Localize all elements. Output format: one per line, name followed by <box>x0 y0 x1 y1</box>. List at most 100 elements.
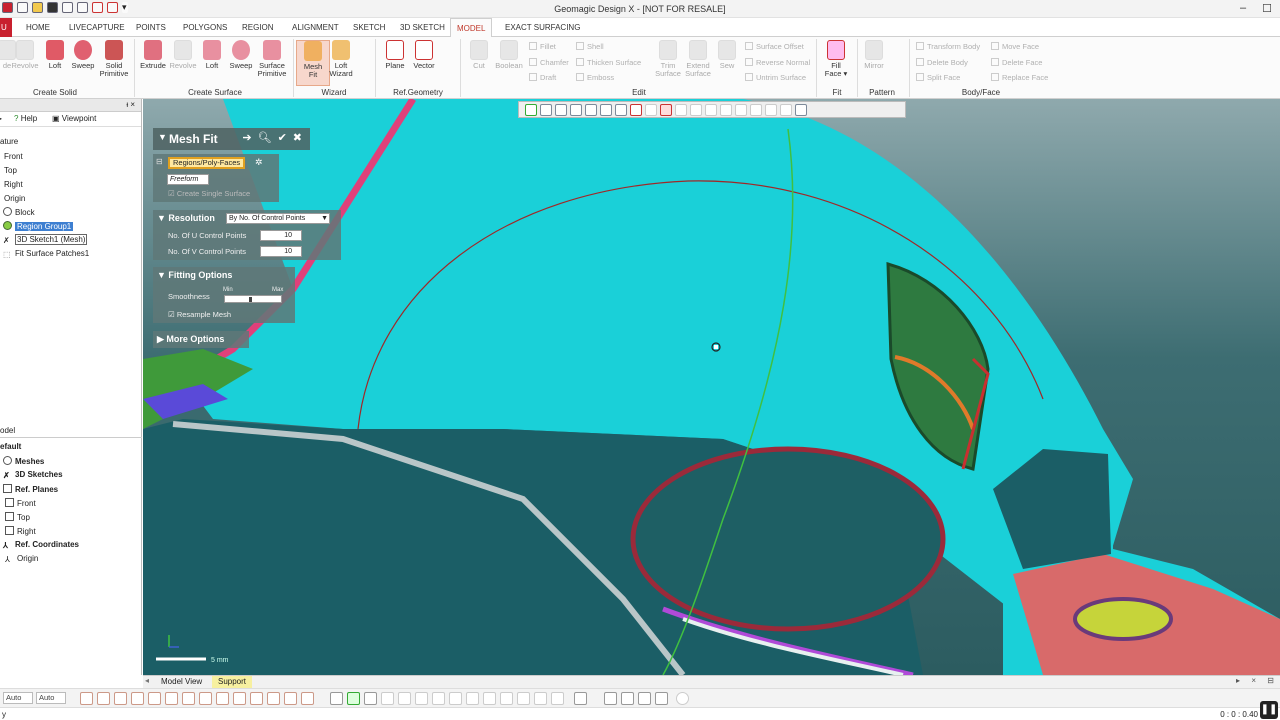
tab-model-view[interactable]: Model View <box>155 676 208 688</box>
sew-button[interactable]: Sew <box>710 40 744 70</box>
select-mode-icon[interactable] <box>660 104 672 116</box>
reverse-normal-button[interactable]: Reverse Normal <box>745 58 810 67</box>
cut-button[interactable]: Cut <box>462 40 496 70</box>
tab-polygons[interactable]: POLYGONS <box>177 18 233 37</box>
thicken-surface-button[interactable]: Thicken Surface <box>576 58 641 67</box>
select-polyline-icon[interactable] <box>690 104 702 116</box>
model-item-origin[interactable]: ⅄ Origin <box>5 554 38 564</box>
filter-point-icon[interactable] <box>250 692 263 705</box>
display-style-icon[interactable] <box>615 104 627 116</box>
tab-livecapture[interactable]: LIVECAPTURE <box>63 18 131 37</box>
tab-region[interactable]: REGION <box>236 18 280 37</box>
view-front-icon[interactable] <box>525 104 537 116</box>
select-freeform-icon[interactable] <box>398 692 411 705</box>
select-brush-icon[interactable] <box>720 104 732 116</box>
draft-button[interactable]: Draft <box>529 73 556 82</box>
measure-angle-icon[interactable] <box>621 692 634 705</box>
snap-settings-icon[interactable] <box>574 692 587 705</box>
measure-distance-icon[interactable] <box>604 692 617 705</box>
select-visible-icon[interactable] <box>500 692 513 705</box>
delete-face-button[interactable]: Delete Face <box>991 58 1042 67</box>
tab-sketch[interactable]: SKETCH <box>347 18 391 37</box>
surface-extrude-button[interactable]: Extrude <box>136 40 170 70</box>
deviation-icon[interactable] <box>630 104 642 116</box>
select-paint-icon[interactable] <box>415 692 428 705</box>
filter-coordinate-icon[interactable] <box>267 692 280 705</box>
delete-body-button[interactable]: Delete Body <box>916 58 968 67</box>
record-icon[interactable] <box>676 692 689 705</box>
select-polygon-icon[interactable] <box>364 692 377 705</box>
preview-icon[interactable]: 🔍︎ <box>258 131 272 144</box>
section-view-icon[interactable] <box>600 104 612 116</box>
tab-alignment[interactable]: ALIGNMENT <box>286 18 345 37</box>
section-minus-icon[interactable]: ⊟ <box>156 157 163 166</box>
filter-edge-icon[interactable] <box>131 692 144 705</box>
surface-offset-button[interactable]: Surface Offset <box>745 42 804 51</box>
tree-item-block[interactable]: Block <box>3 207 35 217</box>
filter-face-icon[interactable] <box>148 692 161 705</box>
solid-revolve-button[interactable]: Revolve <box>8 40 42 70</box>
minimize-button[interactable]: – <box>1240 2 1246 15</box>
tab-scroll-right-icon[interactable]: ▸ <box>1236 676 1240 685</box>
shell-button[interactable]: Shell <box>576 42 604 51</box>
select-lasso-icon[interactable] <box>381 692 394 705</box>
ok-button[interactable]: ✔ <box>278 131 287 144</box>
transform-body-button[interactable]: Transform Body <box>916 42 980 51</box>
resample-mesh-checkbox[interactable]: ☑ Resample Mesh <box>168 310 231 319</box>
filter-region-icon[interactable] <box>97 692 110 705</box>
select-window-icon[interactable] <box>347 692 360 705</box>
move-face-button[interactable]: Move Face <box>991 42 1039 51</box>
pause-icon[interactable]: ❚❚ <box>1260 701 1278 719</box>
model-item-3d-sketches[interactable]: ✗ 3D Sketches <box>3 470 63 480</box>
chamfer-button[interactable]: Chamfer <box>529 58 569 67</box>
resolution-mode-select[interactable]: By No. Of Control Points ▼ <box>226 213 330 224</box>
view-cube-icon[interactable] <box>570 104 582 116</box>
select-flood-icon[interactable] <box>432 692 445 705</box>
select-through-icon[interactable] <box>517 692 530 705</box>
tab-exact-surfacing[interactable]: EXACT SURFACING <box>499 18 586 37</box>
help-button[interactable]: ? Help <box>14 114 37 123</box>
view-menu-icon[interactable]: ⊟ <box>1267 676 1274 685</box>
tab-support[interactable]: Support <box>212 676 253 688</box>
filter-sketch-icon[interactable] <box>182 692 195 705</box>
loft-wizard-button[interactable]: Loft Wizard <box>324 40 358 78</box>
tab-points[interactable]: POINTS <box>130 18 172 37</box>
close-view-icon[interactable]: × <box>1251 676 1256 685</box>
mirror-button[interactable]: Mirror <box>857 40 891 70</box>
select-extend-icon[interactable] <box>449 692 462 705</box>
model-item-right-plane[interactable]: Right <box>5 526 36 536</box>
smoothness-slider-thumb[interactable] <box>249 297 252 302</box>
select-invert-icon[interactable] <box>483 692 496 705</box>
emboss-button[interactable]: Emboss <box>576 73 614 82</box>
view-iso-icon[interactable] <box>540 104 552 116</box>
filter-curve-icon[interactable] <box>199 692 212 705</box>
regions-poly-faces-field[interactable]: Regions/Poly-Faces <box>168 157 246 169</box>
select-shrink-icon[interactable] <box>466 692 479 705</box>
filter-body-icon[interactable] <box>165 692 178 705</box>
v-control-points-input[interactable]: 10 <box>260 246 302 257</box>
filter-plane-icon[interactable] <box>216 692 229 705</box>
select-flood-icon[interactable] <box>735 104 747 116</box>
select-lasso-icon[interactable] <box>705 104 717 116</box>
panel-collapse-icon[interactable]: ▸ <box>0 114 2 123</box>
model-item-meshes[interactable]: Meshes <box>3 456 44 466</box>
settings-gear-icon[interactable]: ✲ <box>255 157 263 168</box>
application-menu-button[interactable]: U <box>0 18 12 37</box>
model-item-front-plane[interactable]: Front <box>5 498 36 508</box>
select-visible-icon[interactable] <box>765 104 777 116</box>
resolution-heading[interactable]: ▼ Resolution <box>157 213 215 223</box>
filter-mesh-icon[interactable] <box>80 692 93 705</box>
filter-vertex-icon[interactable] <box>114 692 127 705</box>
surface-sweep-button[interactable]: Sweep <box>224 40 258 70</box>
surface-primitive-button[interactable]: Surface Primitive <box>255 40 289 78</box>
tab-model[interactable]: MODEL <box>450 18 493 38</box>
smoothness-slider[interactable] <box>224 295 282 303</box>
boolean-button[interactable]: Boolean <box>492 40 526 70</box>
tree-item-top[interactable]: Top <box>4 166 17 175</box>
tree-item-3d-sketch[interactable]: ✗ 3D Sketch1 (Mesh) <box>3 234 88 245</box>
tab-3d-sketch[interactable]: 3D SKETCH <box>394 18 451 37</box>
filter-clear-icon[interactable] <box>301 692 314 705</box>
tree-item-region-group[interactable]: Region Group1 <box>3 221 74 231</box>
measure-radius-icon[interactable] <box>638 692 651 705</box>
model-item-ref-planes[interactable]: Ref. Planes <box>3 484 58 494</box>
